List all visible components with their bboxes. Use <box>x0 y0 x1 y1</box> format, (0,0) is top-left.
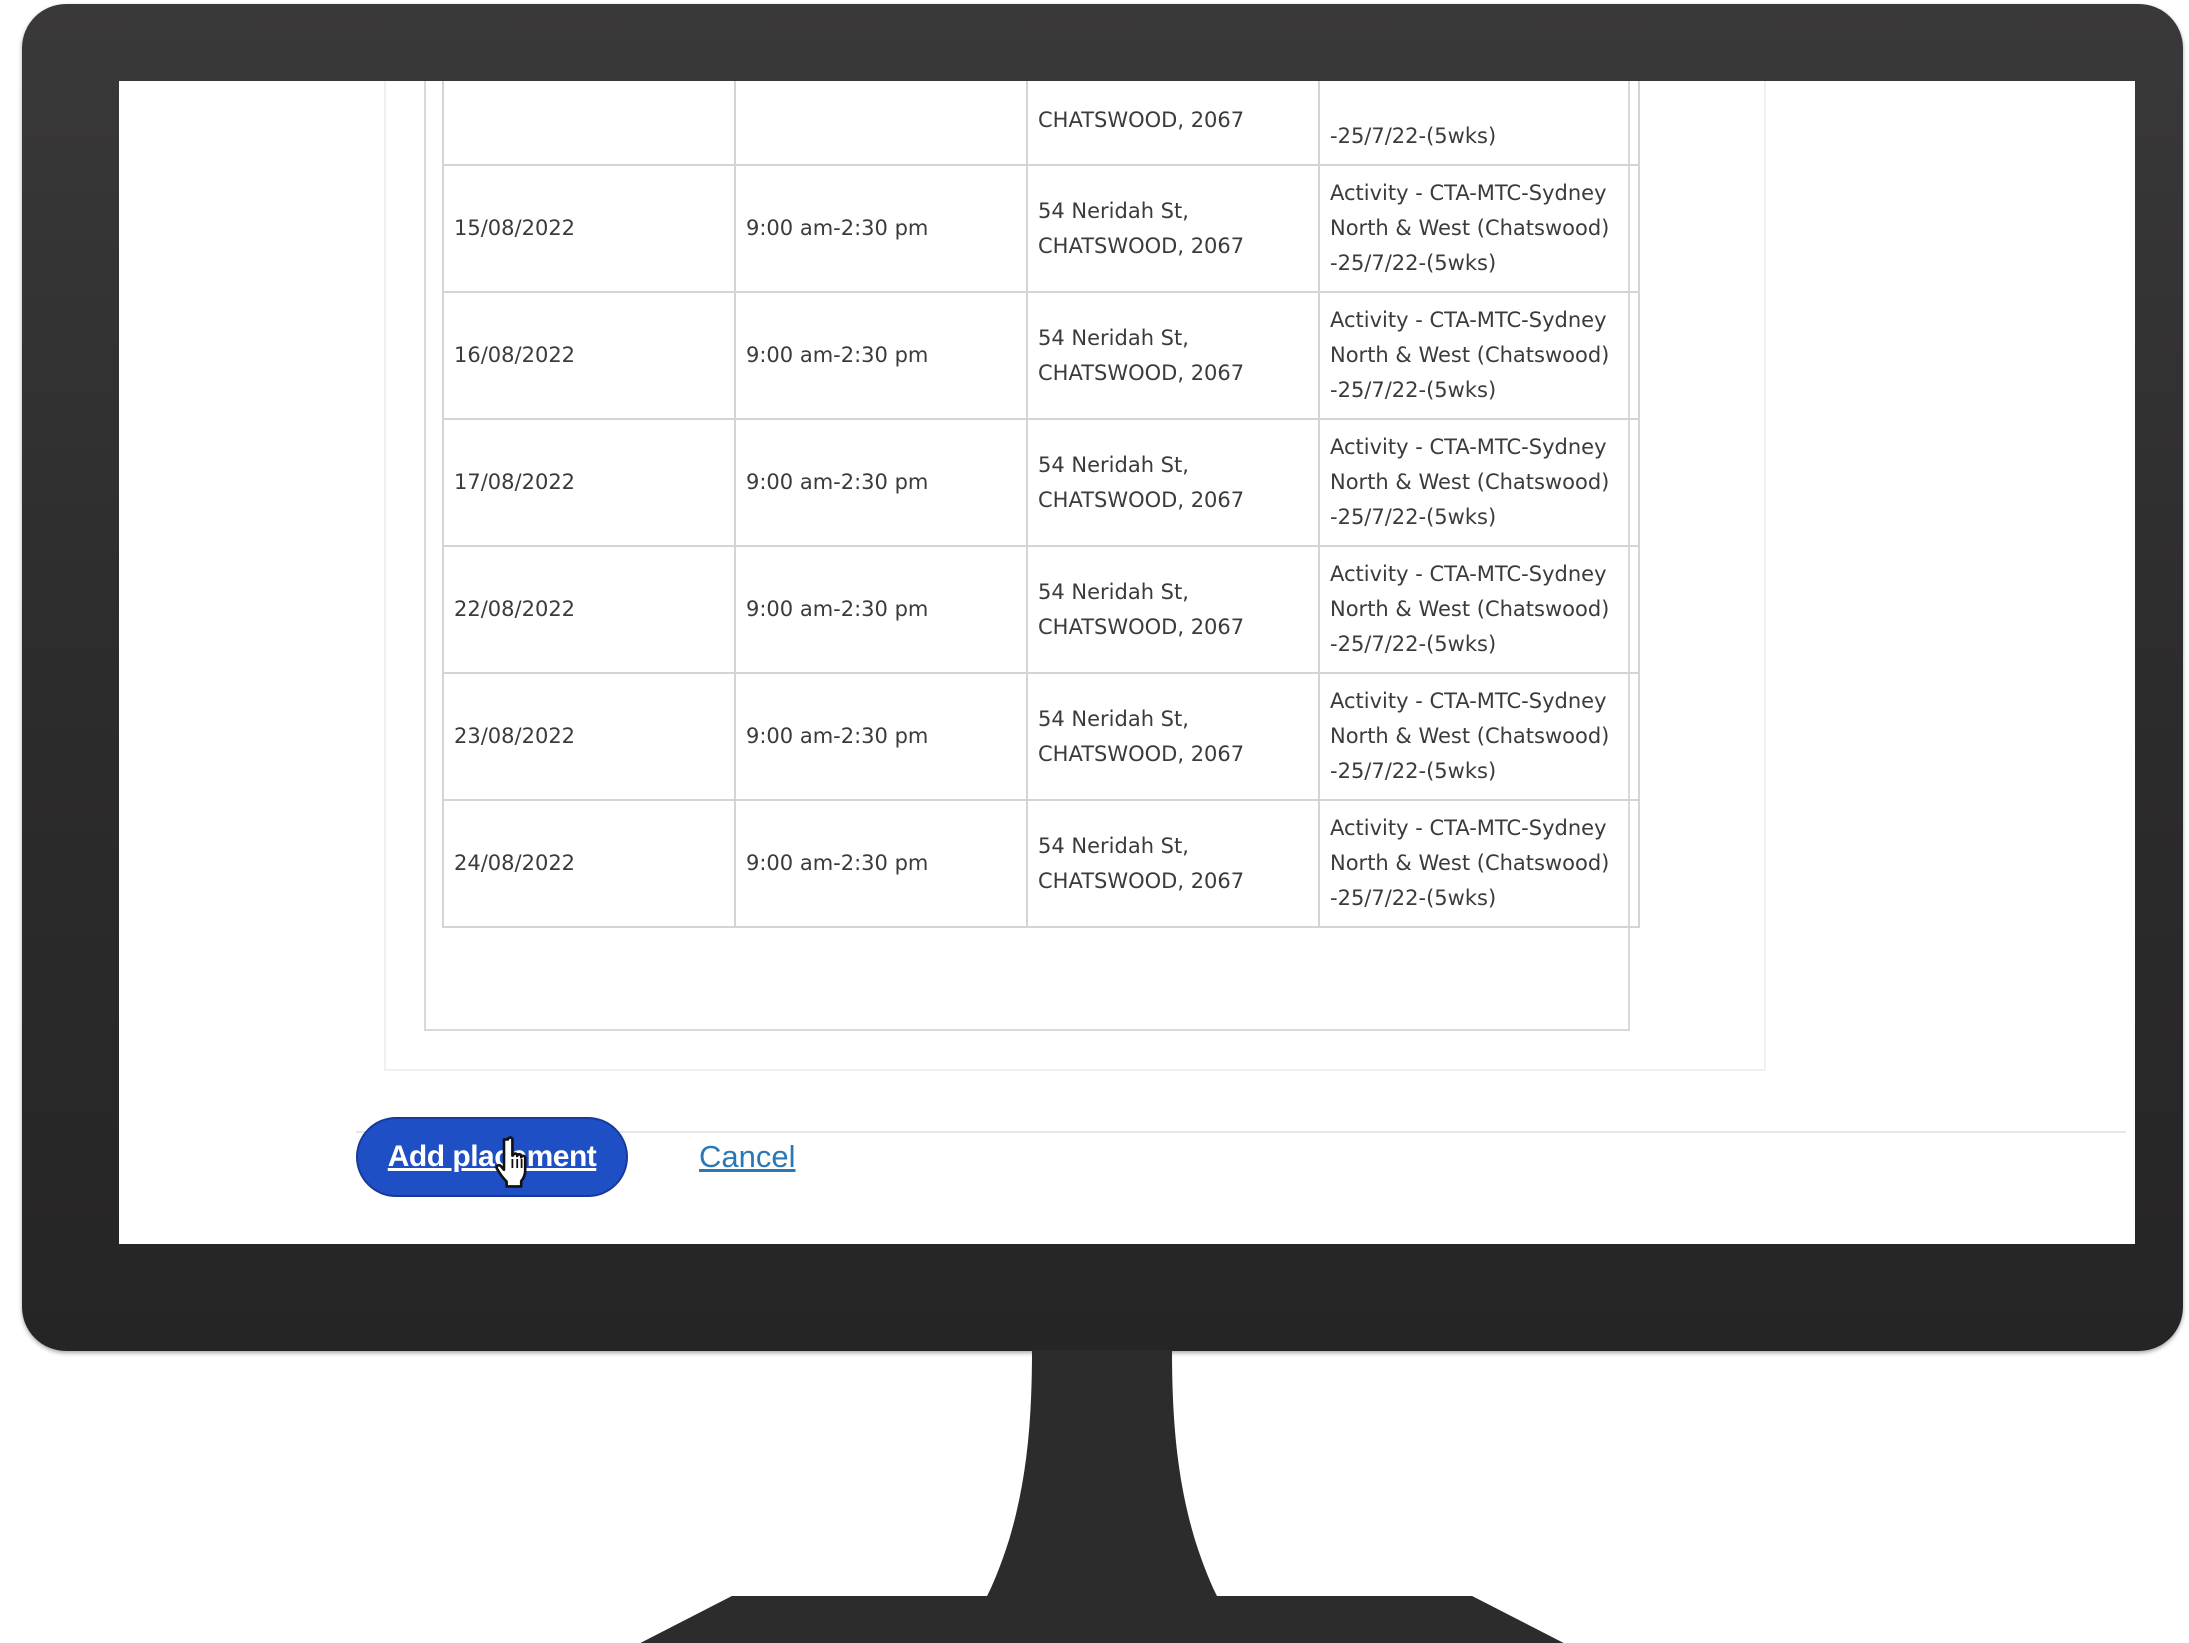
add-placement-button[interactable]: Add placement <box>356 1117 628 1197</box>
time-cell: 9:00 am-2:30 pm <box>734 291 1028 420</box>
address-line: CHATSWOOD, 2067 <box>1038 360 1245 385</box>
time-cell: 9:00 am-2:30 pm <box>734 672 1028 801</box>
time-cell <box>734 81 1028 166</box>
address-line: CHATSWOOD, 2067 <box>1038 868 1245 893</box>
monitor-stand-neck <box>985 1350 1219 1600</box>
activity-cell: Activity - CTA-MTC-Sydney North & West (… <box>1318 545 1640 674</box>
time-cell: 9:00 am-2:30 pm <box>734 418 1028 547</box>
address-line: CHATSWOOD, 2067 <box>1038 108 1245 132</box>
monitor-bezel: CHATSWOOD, 2067 -25/7/22-(5wks) 15/08/20… <box>22 4 2183 1351</box>
activity-line: North & West (Chatswood) <box>1330 724 1610 748</box>
table-row: CHATSWOOD, 2067 -25/7/22-(5wks) <box>442 81 1640 166</box>
activity-cell: Activity - CTA-MTC-Sydney North & West (… <box>1318 291 1640 420</box>
table-row: 22/08/2022 9:00 am-2:30 pm 54 Neridah St… <box>442 545 1640 674</box>
activity-line: -25/7/22-(5wks) <box>1330 378 1497 402</box>
address-line: 54 Neridah St, <box>1038 452 1189 477</box>
address-cell: 54 Neridah St, CHATSWOOD, 2067 <box>1026 418 1320 547</box>
activity-cell: Activity - CTA-MTC-Sydney North & West (… <box>1318 164 1640 293</box>
section-divider <box>356 1131 2126 1133</box>
table-row: 17/08/2022 9:00 am-2:30 pm 54 Neridah St… <box>442 418 1640 547</box>
activity-line: Activity - CTA-MTC-Sydney <box>1330 689 1607 713</box>
activity-line: Activity - CTA-MTC-Sydney <box>1330 562 1607 586</box>
cancel-link[interactable]: Cancel <box>699 1139 796 1175</box>
date-cell: 23/08/2022 <box>442 672 736 801</box>
activity-cell: Activity - CTA-MTC-Sydney North & West (… <box>1318 418 1640 547</box>
monitor-stand-base <box>615 1596 1589 1643</box>
address-cell: 54 Neridah St, CHATSWOOD, 2067 <box>1026 291 1320 420</box>
monitor-scene: CHATSWOOD, 2067 -25/7/22-(5wks) 15/08/20… <box>0 0 2189 1643</box>
table-row: 23/08/2022 9:00 am-2:30 pm 54 Neridah St… <box>442 672 1640 801</box>
activity-line: -25/7/22-(5wks) <box>1330 759 1497 783</box>
address-line: CHATSWOOD, 2067 <box>1038 614 1245 639</box>
placement-schedule-table: CHATSWOOD, 2067 -25/7/22-(5wks) 15/08/20… <box>442 81 1640 928</box>
activity-cell: Activity - CTA-MTC-Sydney North & West (… <box>1318 799 1640 928</box>
time-cell: 9:00 am-2:30 pm <box>734 799 1028 928</box>
table-row: 15/08/2022 9:00 am-2:30 pm 54 Neridah St… <box>442 164 1640 293</box>
time-cell: 9:00 am-2:30 pm <box>734 164 1028 293</box>
address-cell: 54 Neridah St, CHATSWOOD, 2067 <box>1026 672 1320 801</box>
address-cell: 54 Neridah St, CHATSWOOD, 2067 <box>1026 799 1320 928</box>
activity-line: Activity - CTA-MTC-Sydney <box>1330 435 1607 459</box>
activity-line: North & West (Chatswood) <box>1330 343 1610 367</box>
address-line: CHATSWOOD, 2067 <box>1038 487 1245 512</box>
address-line: 54 Neridah St, <box>1038 198 1189 223</box>
time-cell: 9:00 am-2:30 pm <box>734 545 1028 674</box>
activity-line: North & West (Chatswood) <box>1330 470 1610 494</box>
date-cell <box>442 81 736 166</box>
date-cell: 16/08/2022 <box>442 291 736 420</box>
activity-line: -25/7/22-(5wks) <box>1330 251 1497 275</box>
activity-line: North & West (Chatswood) <box>1330 851 1610 875</box>
activity-line: Activity - CTA-MTC-Sydney <box>1330 308 1607 332</box>
date-cell: 17/08/2022 <box>442 418 736 547</box>
monitor-screen: CHATSWOOD, 2067 -25/7/22-(5wks) 15/08/20… <box>119 81 2135 1244</box>
address-cell: CHATSWOOD, 2067 <box>1026 81 1320 166</box>
table-row: 16/08/2022 9:00 am-2:30 pm 54 Neridah St… <box>442 291 1640 420</box>
date-cell: 24/08/2022 <box>442 799 736 928</box>
activity-line: North & West (Chatswood) <box>1330 597 1610 621</box>
address-cell: 54 Neridah St, CHATSWOOD, 2067 <box>1026 164 1320 293</box>
activity-line: Activity - CTA-MTC-Sydney <box>1330 816 1607 840</box>
date-cell: 15/08/2022 <box>442 164 736 293</box>
address-line: 54 Neridah St, <box>1038 706 1189 731</box>
address-line: 54 Neridah St, <box>1038 833 1189 858</box>
table-row: 24/08/2022 9:00 am-2:30 pm 54 Neridah St… <box>442 799 1640 928</box>
activity-cell: -25/7/22-(5wks) <box>1318 81 1640 166</box>
address-cell: 54 Neridah St, CHATSWOOD, 2067 <box>1026 545 1320 674</box>
activity-line: -25/7/22-(5wks) <box>1330 124 1497 148</box>
date-cell: 22/08/2022 <box>442 545 736 674</box>
address-line: 54 Neridah St, <box>1038 579 1189 604</box>
activity-line: -25/7/22-(5wks) <box>1330 505 1497 529</box>
address-line: CHATSWOOD, 2067 <box>1038 741 1245 766</box>
activity-line: -25/7/22-(5wks) <box>1330 886 1497 910</box>
address-line: CHATSWOOD, 2067 <box>1038 233 1245 258</box>
hand-pointer-icon <box>495 1136 527 1188</box>
activity-line: -25/7/22-(5wks) <box>1330 632 1497 656</box>
address-line: 54 Neridah St, <box>1038 325 1189 350</box>
activity-line: Activity - CTA-MTC-Sydney <box>1330 181 1607 205</box>
activity-line: North & West (Chatswood) <box>1330 216 1610 240</box>
activity-cell: Activity - CTA-MTC-Sydney North & West (… <box>1318 672 1640 801</box>
